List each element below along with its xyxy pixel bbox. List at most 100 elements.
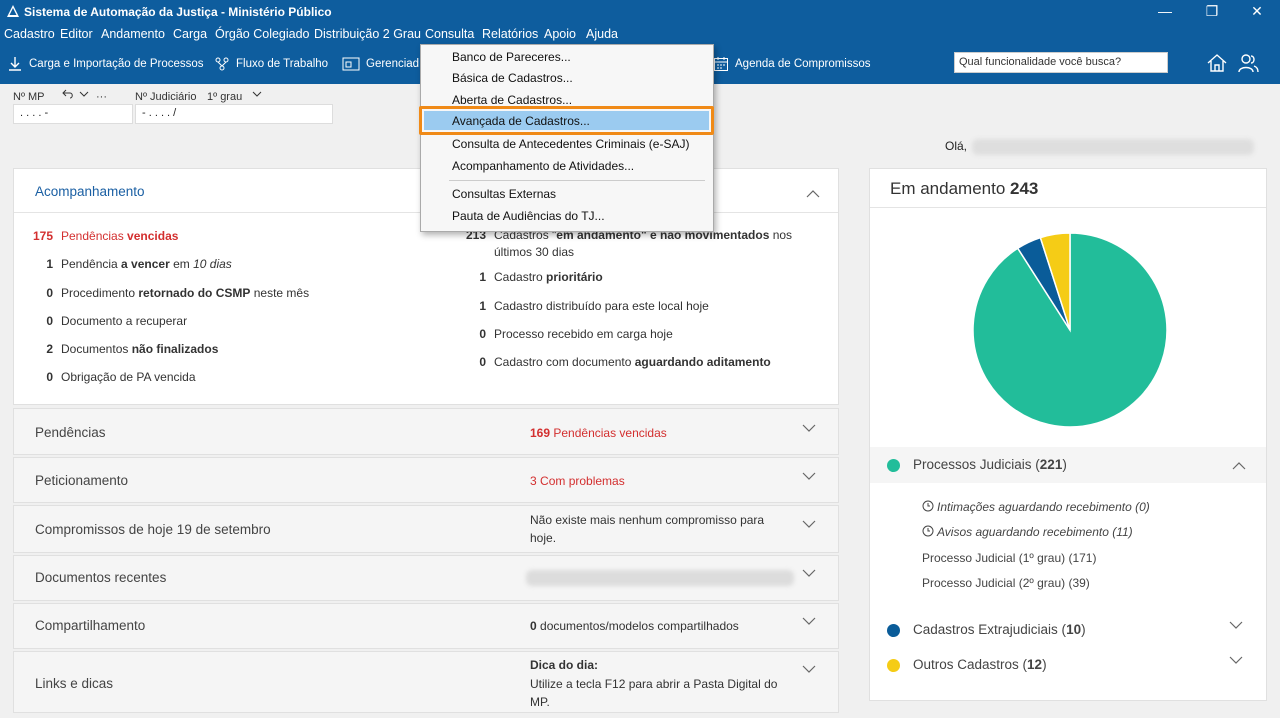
peticionamento-info-text: Com problemas	[536, 474, 625, 488]
functionality-search-input[interactable]: Qual funcionalidade você busca?	[954, 52, 1168, 73]
chevron-down-icon[interactable]	[801, 616, 817, 626]
fluxo-trabalho-button[interactable]: Fluxo de Trabalho	[214, 56, 328, 72]
legend-dot-extrajudiciais	[887, 624, 900, 637]
menu-item-pauta-audiencias[interactable]: Pauta de Audiências do TJ...	[452, 209, 605, 223]
chevron-down-icon[interactable]	[1228, 620, 1244, 630]
links-dicas-card[interactable]: Links e dicas Dica do dia: Utilize a tec…	[13, 651, 839, 713]
chevron-down-icon[interactable]	[801, 519, 817, 529]
menu-distribuicao[interactable]: Distribuição 2 Grau	[314, 27, 421, 41]
menu-item-acompanhamento-atividades[interactable]: Acompanhamento de Atividades...	[452, 159, 634, 173]
legend-outros-count: 12	[1027, 657, 1043, 672]
stat-right-4[interactable]: 0 Cadastro com documento aguardando adita…	[460, 355, 770, 369]
menu-carga[interactable]: Carga	[173, 27, 207, 41]
divider	[870, 207, 1266, 208]
undo-icon[interactable]	[62, 89, 74, 99]
restore-button[interactable]: ❐	[1189, 0, 1235, 24]
stat-left-1[interactable]: 1 Pendência a vencer em 10 dias	[27, 257, 231, 271]
menu-item-banco-pareceres[interactable]: Banco de Pareceres...	[452, 50, 571, 64]
processo-1-grau-item[interactable]: Processo Judicial (1º grau) (171)	[922, 551, 1096, 565]
grau-select[interactable]: 1º grau	[207, 91, 242, 103]
carga-importacao-label: Carga e Importação de Processos	[29, 58, 204, 70]
menu-item-avancada-cadastros[interactable]: Avançada de Cadastros...	[452, 114, 590, 128]
menu-orgao-colegiado[interactable]: Órgão Colegiado	[215, 27, 310, 41]
compromissos-info-line1: Não existe mais nenhum compromisso para	[530, 513, 765, 527]
chevron-up-icon[interactable]	[805, 189, 821, 199]
menu-relatorios[interactable]: Relatórios	[482, 27, 538, 41]
gerenciador-button[interactable]: Gerenciad	[342, 56, 419, 72]
close-button[interactable]: ✕	[1234, 0, 1280, 24]
minimize-button[interactable]: —	[1142, 0, 1188, 24]
chevron-down-icon[interactable]	[801, 471, 817, 481]
menu-item-aberta-cadastros[interactable]: Aberta de Cadastros...	[452, 93, 572, 107]
home-icon[interactable]	[1206, 52, 1228, 74]
stat-right-3[interactable]: 0 Processo recebido em carga hoje	[460, 327, 672, 341]
stat-left-2[interactable]: 0 Procedimento retornado do CSMP neste mê…	[27, 286, 309, 300]
peticionamento-info: 3 Com problemas	[530, 474, 625, 488]
menu-andamento[interactable]: Andamento	[101, 27, 165, 41]
legend-outros-cadastros[interactable]: Outros Cadastros (12)	[870, 647, 1266, 683]
carga-importacao-button[interactable]: Carga e Importação de Processos	[7, 56, 204, 72]
chevron-down-icon[interactable]	[801, 664, 817, 674]
legend-extrajudiciais-label: Cadastros Extrajudiciais (	[913, 622, 1067, 637]
processo-2-grau-item[interactable]: Processo Judicial (2º grau) (39)	[922, 576, 1090, 590]
menu-apoio[interactable]: Apoio	[544, 27, 576, 41]
more-options[interactable]: ···	[96, 91, 107, 103]
stat-left-0[interactable]: 175 Pendências vencidas	[27, 229, 178, 243]
legend-processos-judiciais[interactable]: Processos Judiciais (221)	[870, 447, 1266, 483]
compartilhamento-info-text: documentos/modelos compartilhados	[536, 619, 739, 633]
stat-text: Cadastro prioritário	[494, 270, 603, 284]
menu-consulta[interactable]: Consulta	[425, 27, 474, 41]
intimacoes-item[interactable]: Intimações aguardando recebimento (0)	[937, 500, 1150, 514]
fluxo-trabalho-label: Fluxo de Trabalho	[236, 58, 329, 70]
documentos-recentes-card[interactable]: Documentos recentes	[13, 555, 839, 601]
chevron-down-icon[interactable]	[801, 423, 817, 433]
chevron-down-icon[interactable]	[801, 568, 817, 578]
compromissos-card[interactable]: Compromissos de hoje 19 de setembro Não …	[13, 505, 839, 553]
window-title: Sistema de Automação da Justiça - Minist…	[24, 5, 332, 19]
peticionamento-title: Peticionamento	[35, 473, 129, 488]
stat-right-2[interactable]: 1 Cadastro distribuído para este local ho…	[460, 299, 708, 313]
stat-text: Documento a recuperar	[61, 314, 188, 328]
stat-count: 1	[479, 270, 486, 284]
dica-line2: MP.	[530, 695, 550, 709]
menu-cadastro[interactable]: Cadastro	[4, 27, 55, 41]
menu-separator	[449, 180, 705, 181]
chevron-down-icon[interactable]	[1228, 655, 1244, 665]
stat-count: 0	[479, 327, 486, 341]
judiciario-number-input[interactable]: - . . . . /	[135, 104, 333, 124]
stat-count: 2	[46, 342, 53, 356]
menu-item-basica-cadastros[interactable]: Básica de Cadastros...	[452, 71, 573, 85]
menu-ajuda[interactable]: Ajuda	[586, 27, 618, 41]
stat-right-1[interactable]: 1 Cadastro prioritário	[460, 270, 603, 284]
workflow-icon	[215, 57, 229, 71]
menu-item-consultas-externas[interactable]: Consultas Externas	[452, 187, 556, 201]
legend-cadastros-extrajudiciais[interactable]: Cadastros Extrajudiciais (10)	[870, 612, 1266, 648]
stat-text-line2: últimos 30 dias	[494, 245, 575, 259]
grau-chevron-icon[interactable]	[252, 91, 262, 97]
documentos-recentes-title: Documentos recentes	[35, 570, 167, 585]
stat-left-4[interactable]: 2 Documentos não finalizados	[27, 342, 218, 356]
stat-left-5[interactable]: 0 Obrigação de PA vencida	[27, 370, 195, 384]
acompanhamento-title: Acompanhamento	[35, 184, 145, 199]
stat-count: 1	[46, 257, 53, 271]
mp-number-input[interactable]: . . . . -	[13, 104, 133, 124]
menu-editor[interactable]: Editor	[60, 27, 93, 41]
chevron-down-icon[interactable]	[79, 91, 89, 97]
calendar-icon	[714, 57, 728, 71]
pendencias-info: 169 Pendências vencidas	[530, 426, 667, 440]
menu-item-antecedentes-criminais[interactable]: Consulta de Antecedentes Criminais (e-SA…	[452, 137, 689, 151]
pendencias-card[interactable]: Pendências 169 Pendências vencidas	[13, 408, 839, 455]
greeting: Olá,	[945, 139, 968, 153]
stat-left-3[interactable]: 0 Documento a recuperar	[27, 314, 187, 328]
peticionamento-card[interactable]: Peticionamento 3 Com problemas	[13, 457, 839, 503]
pendencias-title: Pendências	[35, 425, 106, 440]
avisos-item[interactable]: Avisos aguardando recebimento (11)	[937, 525, 1133, 539]
agenda-compromissos-button[interactable]: Agenda de Compromissos	[713, 56, 871, 72]
chevron-up-icon[interactable]	[1231, 461, 1247, 471]
stat-right-0[interactable]: 213 Cadastros "em andamento" e não movime…	[460, 228, 792, 259]
users-icon[interactable]	[1237, 52, 1259, 74]
compartilhamento-card[interactable]: Compartilhamento 0 documentos/modelos co…	[13, 603, 839, 649]
legend-processos-label: Processos Judiciais (	[913, 457, 1040, 472]
stat-count: 1	[479, 299, 486, 313]
menu-bar: Cadastro Editor Andamento Carga Órgão Co…	[0, 24, 1280, 71]
